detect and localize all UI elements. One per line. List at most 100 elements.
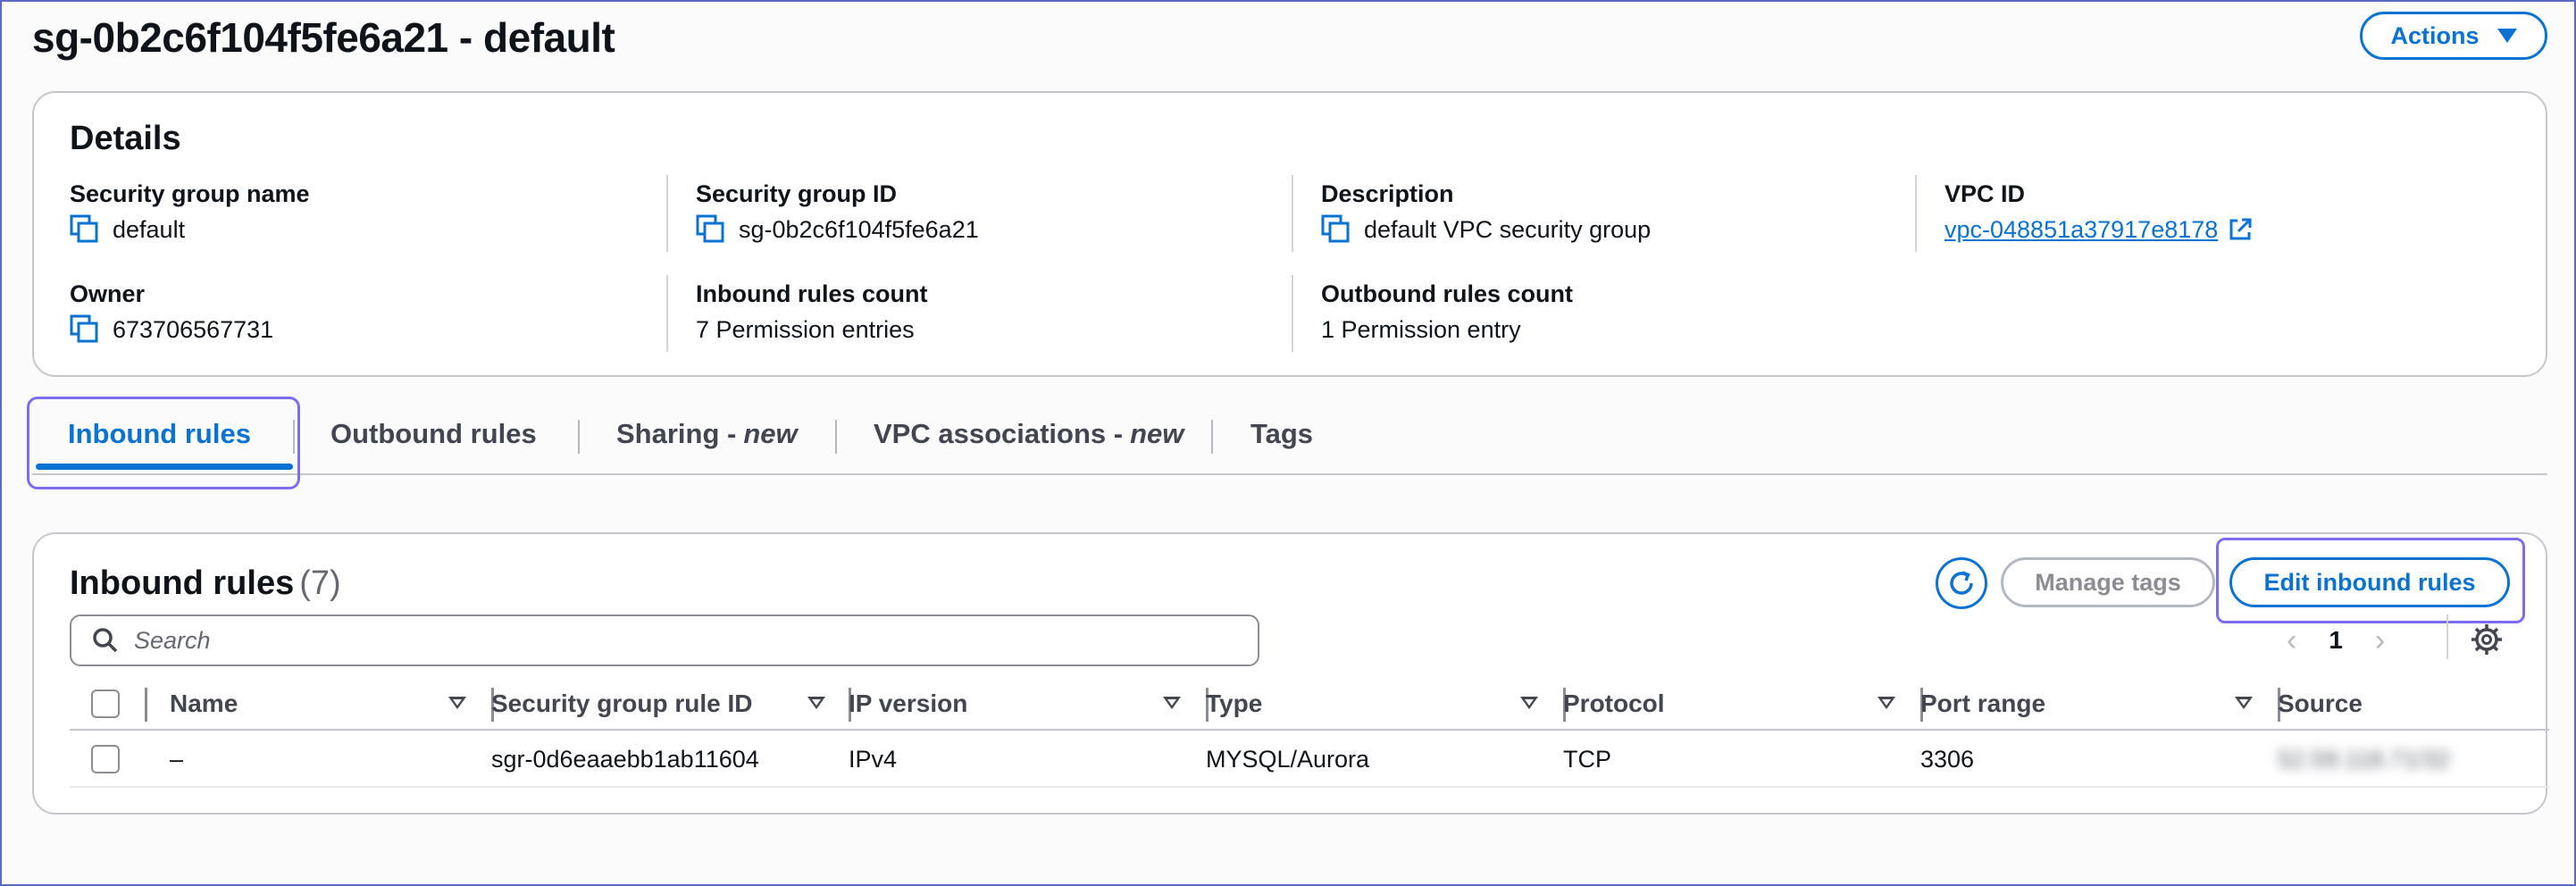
- rules-title-text: Inbound rules: [70, 564, 295, 602]
- tab-divider: [293, 420, 295, 454]
- inbound-rules-panel: Inbound rules (7) Manage tags Edit inboun…: [32, 532, 2549, 815]
- column-header-ip-version[interactable]: IP version: [849, 679, 967, 729]
- column-header-name[interactable]: Name: [170, 679, 238, 729]
- external-link-icon: [2229, 218, 2252, 240]
- copy-icon[interactable]: [696, 214, 726, 245]
- field-outbound-count: Outbound rules count 1 Permission entry: [1321, 279, 1573, 345]
- tab-sharing[interactable]: Sharing - new: [616, 395, 798, 473]
- divider: [1915, 175, 1917, 252]
- manage-tags-button[interactable]: Manage tags: [2001, 557, 2215, 607]
- field-value: default: [113, 216, 186, 243]
- tab-divider: [578, 420, 580, 454]
- column-header-source[interactable]: Source: [2278, 679, 2363, 729]
- field-value: 1 Permission entry: [1321, 316, 1521, 343]
- pagination: ‹ 1 ›: [2287, 620, 2385, 661]
- table-header: Name Security group rule ID IP version T…: [70, 679, 2549, 731]
- divider: [1292, 275, 1293, 352]
- divider: [2446, 614, 2448, 659]
- tab-label: Outbound rules: [330, 418, 537, 449]
- column-header-label: Security group rule ID: [491, 690, 753, 717]
- column-header-rule-id[interactable]: Security group rule ID: [491, 679, 753, 729]
- current-page[interactable]: 1: [2329, 626, 2343, 655]
- rules-count: (7): [299, 564, 341, 602]
- actions-label: Actions: [2390, 21, 2480, 49]
- sort-icon[interactable]: [1163, 697, 1181, 709]
- sort-icon[interactable]: [1878, 697, 1895, 709]
- tab-bar: Inbound rules Outbound rules Sharing - n…: [32, 395, 2547, 475]
- cell-source: 52.59.118.71/32: [2278, 745, 2451, 773]
- copy-icon[interactable]: [70, 214, 100, 245]
- field-label: Inbound rules count: [696, 280, 928, 307]
- column-divider[interactable]: [145, 688, 147, 722]
- tab-vpc-associations[interactable]: VPC associations - new: [874, 395, 1183, 473]
- tab-new-badge: new: [743, 418, 798, 449]
- field-label: Description: [1321, 180, 1454, 207]
- tab-label: VPC associations -: [874, 418, 1124, 449]
- field-security-group-id: Security group ID sg-0b2c6f104f5fe6a21: [696, 179, 979, 245]
- cell-protocol: TCP: [1563, 745, 1611, 773]
- tab-label: Inbound rules: [68, 418, 251, 449]
- vpc-id-link-text: vpc-048851a37917e8178: [1945, 216, 2219, 243]
- field-description: Description default VPC security group: [1321, 179, 1651, 245]
- search-input[interactable]: [134, 626, 1206, 655]
- field-vpc-id: VPC ID vpc-048851a37917e8178: [1945, 179, 2254, 245]
- tab-label: Tags: [1250, 418, 1314, 449]
- select-all-checkbox[interactable]: [91, 690, 120, 718]
- divider: [666, 275, 668, 352]
- actions-button[interactable]: Actions: [2360, 12, 2547, 60]
- refresh-icon: [1950, 571, 1973, 595]
- column-header-port-range[interactable]: Port range: [1920, 679, 2045, 729]
- column-header-protocol[interactable]: Protocol: [1563, 679, 1665, 729]
- tab-tags[interactable]: Tags: [1250, 395, 1313, 473]
- tab-outbound-rules[interactable]: Outbound rules: [330, 395, 537, 473]
- field-value: sg-0b2c6f104f5fe6a21: [739, 216, 979, 243]
- sort-icon[interactable]: [1520, 697, 1538, 709]
- field-owner: Owner 673706567731: [70, 279, 273, 345]
- field-security-group-name: Security group name default: [70, 179, 310, 245]
- edit-inbound-rules-button[interactable]: Edit inbound rules: [2229, 557, 2510, 607]
- cell-port-range: 3306: [1920, 745, 1975, 773]
- field-value: default VPC security group: [1364, 216, 1652, 243]
- field-value: 673706567731: [113, 316, 274, 343]
- details-heading: Details: [70, 120, 181, 157]
- details-panel: Details Security group name default Secu…: [32, 91, 2547, 377]
- tab-divider: [1211, 420, 1213, 454]
- sort-icon[interactable]: [807, 697, 825, 709]
- tab-divider: [835, 420, 837, 454]
- tab-new-badge: new: [1130, 418, 1184, 449]
- vpc-id-link[interactable]: vpc-048851a37917e8178: [1945, 214, 2254, 245]
- cell-rule-id: sgr-0d6eaaebb1ab11604: [491, 745, 759, 773]
- divider: [666, 175, 668, 252]
- sort-icon[interactable]: [448, 697, 466, 709]
- copy-icon[interactable]: [1321, 214, 1351, 245]
- row-checkbox[interactable]: [91, 745, 120, 773]
- field-label: VPC ID: [1945, 180, 2026, 207]
- field-label: Owner: [70, 280, 146, 307]
- search-icon: [93, 628, 118, 653]
- cell-type: MYSQL/Aurora: [1206, 745, 1370, 773]
- field-inbound-count: Inbound rules count 7 Permission entries: [696, 279, 927, 345]
- chevron-left-icon[interactable]: ‹: [2287, 623, 2296, 658]
- copy-icon[interactable]: [70, 314, 100, 345]
- gear-icon[interactable]: [2469, 622, 2505, 657]
- tab-label: Sharing -: [616, 418, 737, 449]
- rules-heading: Inbound rules (7): [70, 564, 341, 603]
- table-row: – sgr-0d6eaaebb1ab11604 IPv4 MYSQL/Auror…: [70, 732, 2549, 788]
- tab-inbound-rules[interactable]: Inbound rules: [68, 395, 251, 473]
- active-tab-indicator: [36, 464, 293, 470]
- search-field: [70, 614, 1259, 666]
- field-label: Security group name: [70, 180, 310, 207]
- column-header-type[interactable]: Type: [1206, 679, 1262, 729]
- cell-ip-version: IPv4: [849, 745, 898, 773]
- field-label: Security group ID: [696, 180, 898, 207]
- caret-down-icon: [2497, 29, 2517, 43]
- page-frame: sg-0b2c6f104f5fe6a21 - default Actions D…: [0, 0, 2576, 886]
- sort-icon[interactable]: [2235, 697, 2253, 709]
- field-value: 7 Permission entries: [696, 316, 915, 343]
- field-label: Outbound rules count: [1321, 280, 1573, 307]
- refresh-button[interactable]: [1936, 557, 1987, 609]
- chevron-right-icon[interactable]: ›: [2375, 623, 2385, 658]
- cell-name: –: [170, 745, 184, 773]
- divider: [1292, 175, 1293, 252]
- page-title: sg-0b2c6f104f5fe6a21 - default: [32, 14, 615, 61]
